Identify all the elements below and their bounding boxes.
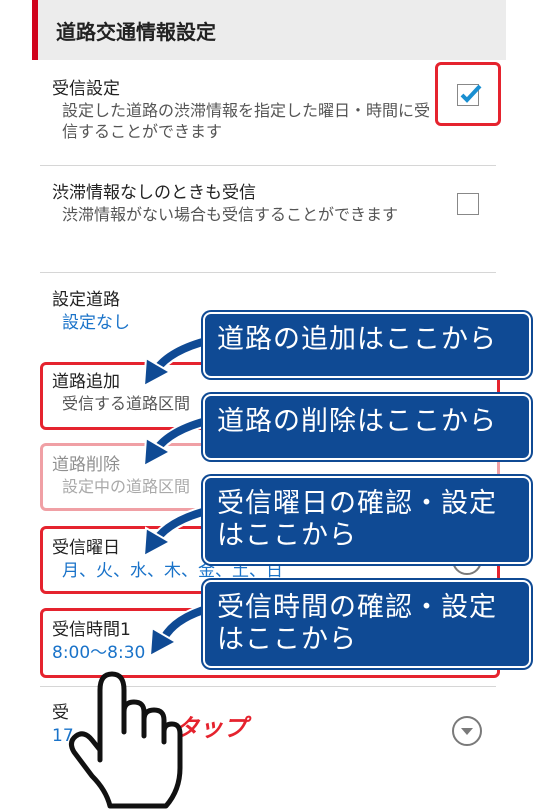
callout-days: 受信曜日の確認・設定はここから (203, 476, 531, 564)
receive-setting-row[interactable]: 受信設定 設定した道路の渋滞情報を指定した曜日・時間に受信することができます (52, 78, 472, 142)
receive-setting-desc: 設定した道路の渋滞情報を指定した曜日・時間に受信することができます (62, 101, 431, 141)
checkmark-icon (460, 84, 482, 103)
tap-label: タップ (175, 714, 247, 742)
callout-time: 受信時間の確認・設定はここから (203, 580, 531, 668)
time2-expand-icon[interactable] (452, 716, 482, 746)
no-traffic-checkbox[interactable] (457, 193, 479, 215)
no-traffic-setting-desc: 渋滞情報がない場合も受信することができます (62, 205, 399, 224)
divider (40, 272, 496, 273)
callout-delete-road: 道路の削除はここから (203, 394, 531, 460)
divider (40, 165, 496, 166)
receive-checkbox[interactable] (457, 84, 482, 106)
no-traffic-setting-row[interactable]: 渋滞情報なしのときも受信 渋滞情報がない場合も受信することができます (52, 182, 472, 225)
roads-setting-title: 設定道路 (52, 290, 120, 310)
callout-add-road: 道路の追加はここから (203, 312, 531, 378)
page-title: 道路交通情報設定 (56, 20, 216, 44)
hand-pointer-icon (68, 671, 183, 809)
receive-setting-title: 受信設定 (52, 79, 120, 99)
chevron-down-icon (461, 728, 473, 735)
no-traffic-setting-title: 渋滞情報なしのときも受信 (52, 183, 256, 203)
settings-header: 道路交通情報設定 (32, 0, 506, 60)
